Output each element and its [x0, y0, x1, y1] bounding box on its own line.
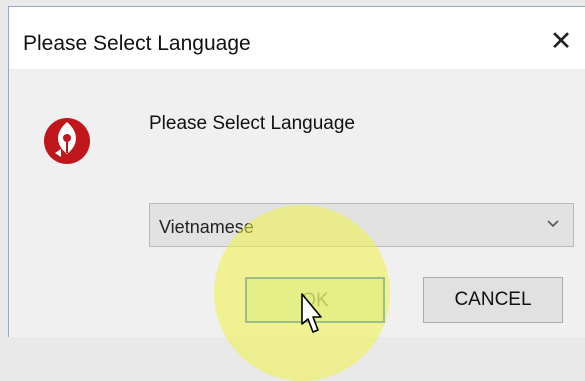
language-dialog: Please Select Language ✕ Please Select L… [8, 6, 585, 381]
close-button[interactable]: ✕ [547, 27, 575, 55]
window-title: Please Select Language [23, 32, 251, 55]
chevron-down-icon [547, 220, 559, 228]
language-select-value: Vietnamese [159, 217, 254, 237]
cancel-button[interactable]: CANCEL [423, 277, 563, 323]
language-select[interactable]: Vietnamese [149, 203, 574, 247]
prompt-text: Please Select Language [149, 113, 355, 134]
title-bar: Please Select Language ✕ [9, 7, 585, 69]
ok-button[interactable]: OK [245, 277, 385, 323]
app-logo-icon [44, 118, 90, 164]
